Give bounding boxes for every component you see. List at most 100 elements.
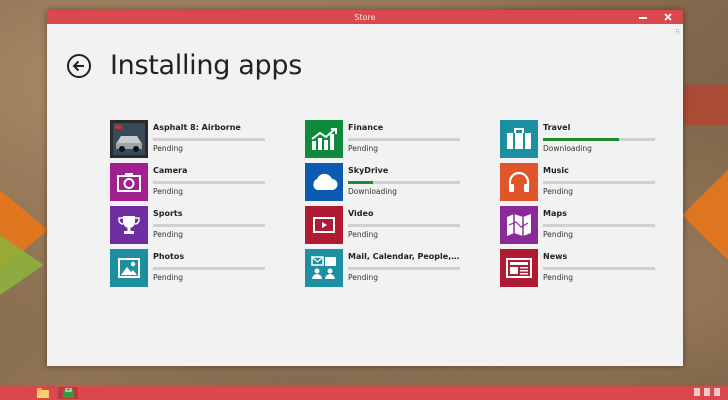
app-tile[interactable] [305, 206, 343, 244]
wallpaper-shape [0, 235, 44, 295]
app-item-skydrive[interactable]: SkyDrive Downloading [305, 163, 465, 201]
install-status: Pending [543, 187, 573, 196]
page-title: Installing apps [110, 50, 303, 81]
progress-bar-fill [348, 181, 373, 184]
app-name: SkyDrive [348, 166, 389, 175]
file-explorer-button[interactable] [33, 387, 53, 399]
car-icon [112, 122, 146, 156]
folder-icon [37, 388, 49, 398]
app-name: News [543, 252, 568, 261]
app-info: Maps Pending [543, 206, 655, 244]
close-button[interactable] [653, 10, 683, 24]
network-icon[interactable] [704, 388, 710, 396]
app-tile[interactable] [110, 163, 148, 201]
app-info: Travel Downloading [543, 120, 655, 158]
progress-bar [153, 138, 265, 141]
install-status: Pending [543, 273, 573, 282]
progress-bar [543, 224, 655, 227]
photo-icon [118, 258, 140, 278]
app-name: Sports [153, 209, 183, 218]
system-tray[interactable] [694, 388, 720, 396]
app-name: Music [543, 166, 569, 175]
app-name: Mail, Calendar, People, and... [348, 252, 460, 261]
install-status: Downloading [348, 187, 397, 196]
app-tile[interactable] [500, 206, 538, 244]
suitcase-icon [506, 128, 532, 150]
app-info: Asphalt 8: Airborne Pending [153, 120, 265, 158]
wallpaper-shape [682, 170, 728, 260]
app-name: Asphalt 8: Airborne [153, 123, 241, 132]
progress-bar [153, 267, 265, 270]
app-info: Music Pending [543, 163, 655, 201]
trophy-icon [118, 214, 140, 236]
progress-bar [348, 267, 460, 270]
progress-bar [348, 181, 460, 184]
newspaper-icon [506, 258, 532, 278]
back-button[interactable] [67, 53, 91, 78]
store-window: Store ⁝⁝ Installing apps Asphalt 8: Airb… [47, 10, 683, 366]
app-tile[interactable] [305, 120, 343, 158]
headphones-icon [507, 171, 531, 193]
app-item-camera[interactable]: Camera Pending [110, 163, 270, 201]
wallpaper-shape [683, 85, 728, 125]
app-tile[interactable] [305, 249, 343, 287]
install-status: Pending [348, 273, 378, 282]
progress-bar-fill [543, 138, 620, 141]
install-status: Pending [543, 230, 573, 239]
app-item-travel[interactable]: Travel Downloading [500, 120, 660, 158]
map-icon [506, 213, 532, 237]
app-name: Photos [153, 252, 185, 261]
app-tile[interactable] [500, 120, 538, 158]
app-item-sports[interactable]: Sports Pending [110, 206, 270, 244]
app-item-video[interactable]: Video Pending [305, 206, 465, 244]
app-item-news[interactable]: News Pending [500, 249, 660, 287]
app-info: SkyDrive Downloading [348, 163, 460, 201]
progress-bar [348, 138, 460, 141]
app-tile[interactable] [500, 163, 538, 201]
app-info: Mail, Calendar, People, and... Pending [348, 249, 460, 287]
app-tile[interactable] [305, 163, 343, 201]
install-status: Pending [153, 144, 183, 153]
install-status: Pending [153, 273, 183, 282]
page-header: Installing apps [67, 50, 302, 81]
cloud-icon [310, 173, 338, 191]
progress-bar [153, 181, 265, 184]
app-item-photos[interactable]: Photos Pending [110, 249, 270, 287]
app-item-asphalt-8-airborne[interactable]: Asphalt 8: Airborne Pending [110, 120, 270, 158]
mail-people-icon [311, 256, 337, 280]
taskbar [0, 386, 728, 400]
app-item-music[interactable]: Music Pending [500, 163, 660, 201]
app-tile[interactable] [500, 249, 538, 287]
app-info: Camera Pending [153, 163, 265, 201]
app-tile[interactable] [110, 249, 148, 287]
progress-bar [153, 224, 265, 227]
app-item-mail-calendar-people-and[interactable]: Mail, Calendar, People, and... Pending [305, 249, 465, 287]
resize-grip-icon: ⁝⁝ [675, 28, 680, 36]
chart-icon [310, 127, 338, 151]
progress-bar [543, 181, 655, 184]
close-icon [664, 13, 672, 21]
camera-icon [117, 172, 141, 192]
back-arrow-icon [72, 60, 84, 71]
app-tile[interactable] [110, 206, 148, 244]
video-icon [313, 217, 335, 233]
app-name: Camera [153, 166, 188, 175]
app-tile[interactable] [110, 120, 148, 158]
install-status: Pending [153, 230, 183, 239]
app-name: Travel [543, 123, 571, 132]
title-bar[interactable]: Store [47, 10, 683, 24]
store-taskbar-button[interactable] [58, 387, 78, 399]
app-info: Sports Pending [153, 206, 265, 244]
app-item-finance[interactable]: Finance Pending [305, 120, 465, 158]
app-item-maps[interactable]: Maps Pending [500, 206, 660, 244]
install-status: Downloading [543, 144, 592, 153]
install-status: Pending [348, 230, 378, 239]
install-status: Pending [348, 144, 378, 153]
progress-bar [543, 138, 655, 141]
progress-bar [348, 224, 460, 227]
volume-icon[interactable] [714, 388, 720, 396]
app-name: Maps [543, 209, 567, 218]
flag-icon[interactable] [694, 388, 700, 396]
app-info: Finance Pending [348, 120, 460, 158]
minimize-button[interactable] [639, 17, 647, 19]
